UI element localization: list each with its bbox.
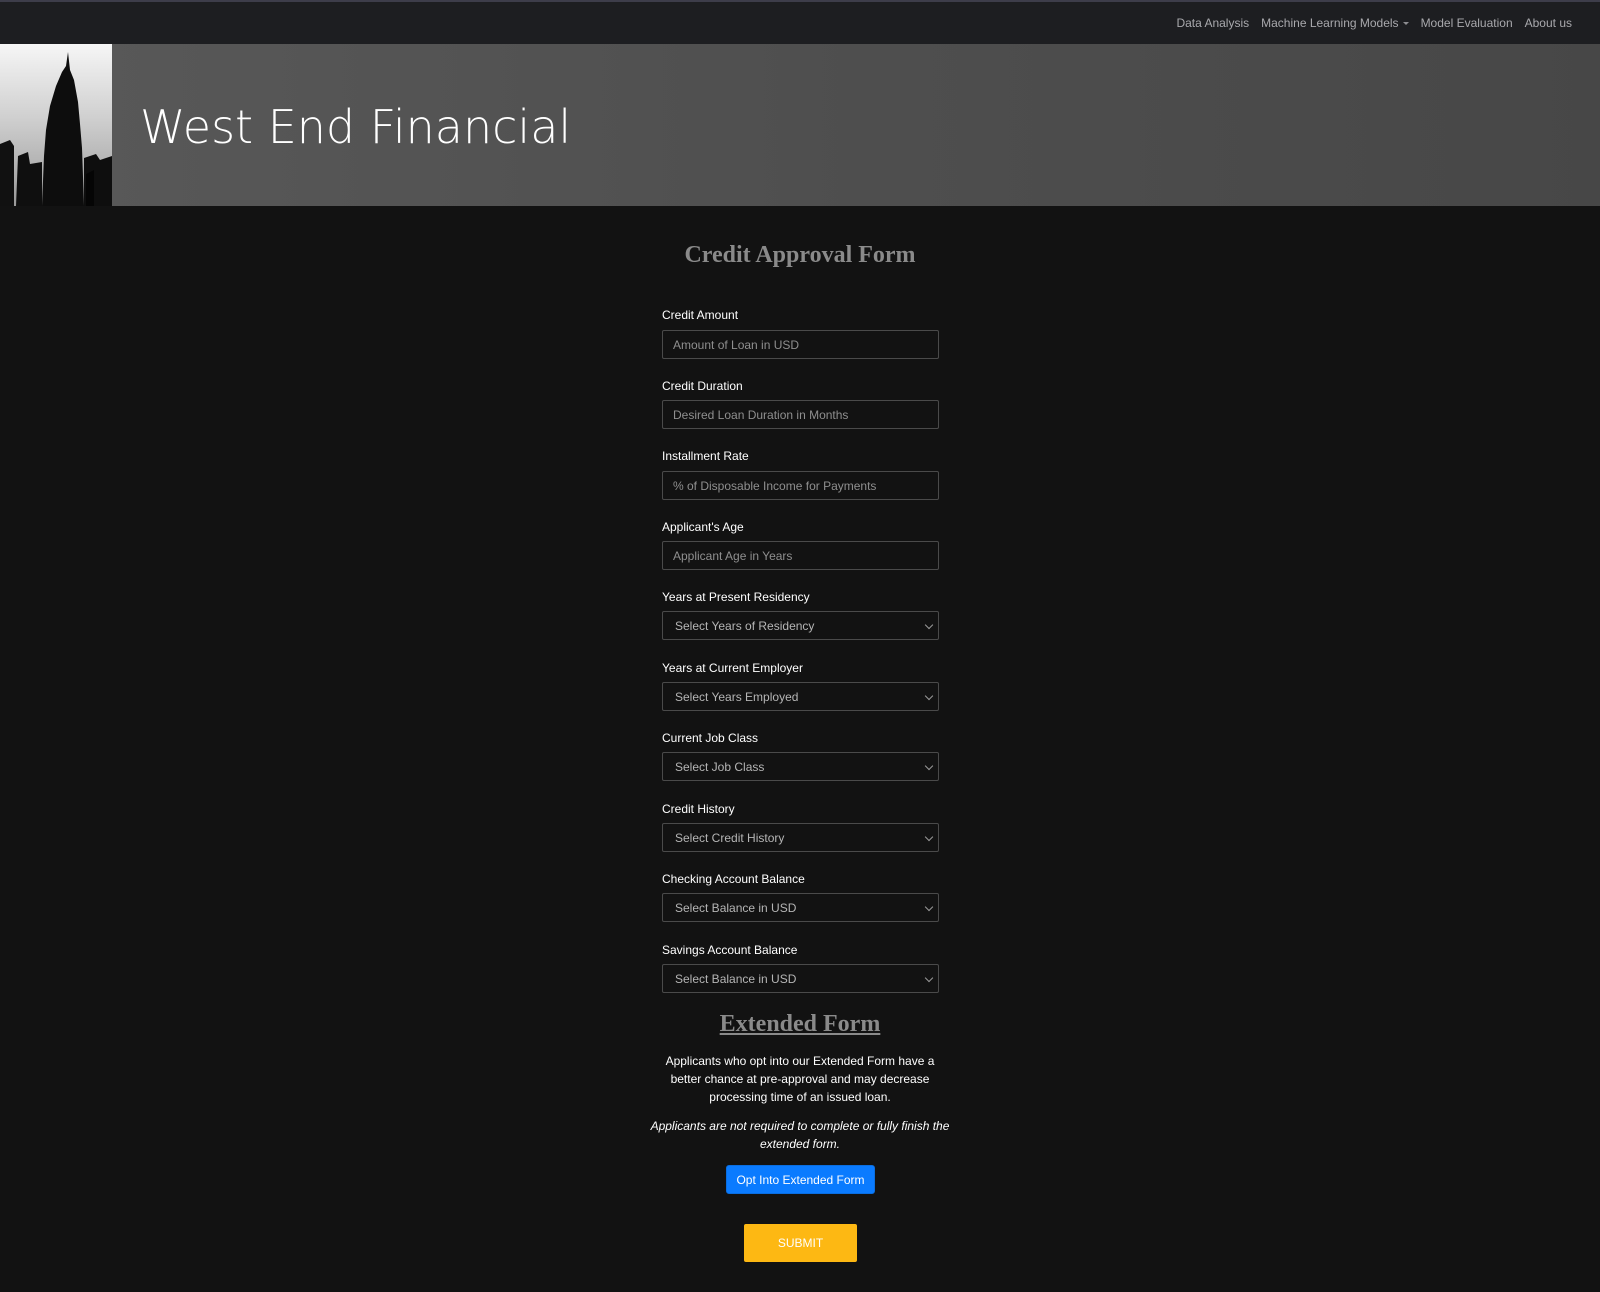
checking-balance-label: Checking Account Balance (662, 872, 805, 886)
credit-duration-label: Credit Duration (662, 379, 743, 393)
nav-link-about-us[interactable]: About us (1525, 16, 1572, 30)
extended-form-description: Applicants who opt into our Extended For… (665, 1054, 935, 1104)
residency-years-value: Select Years of Residency (675, 618, 815, 633)
installment-rate-placeholder: % of Disposable Income for Payments (673, 478, 877, 493)
extended-form-title: Extended Form (719, 1011, 881, 1037)
installment-rate-label: Installment Rate (662, 449, 749, 463)
applicant-age-input[interactable]: Applicant Age in Years (662, 541, 939, 570)
skyline-silhouette-icon (0, 52, 112, 206)
chevron-down-icon (924, 620, 934, 630)
applicant-age-label: Applicant's Age (662, 520, 744, 534)
extended-form-note: Applicants are not required to complete … (650, 1119, 950, 1151)
applicant-age-placeholder: Applicant Age in Years (673, 548, 793, 563)
job-class-label: Current Job Class (662, 731, 759, 745)
credit-amount-input[interactable]: Amount of Loan in USD (662, 330, 939, 359)
residency-years-label: Years at Present Residency (662, 590, 810, 604)
savings-balance-value: Select Balance in USD (675, 971, 797, 986)
nav-link-label: Model Evaluation (1420, 16, 1513, 30)
site-title: West End Financial (140, 100, 572, 154)
opt-in-button-label: Opt Into Extended Form (736, 1172, 865, 1187)
opt-into-extended-form-button[interactable]: Opt Into Extended Form (726, 1165, 875, 1194)
checking-balance-select[interactable]: Select Balance in USD (662, 893, 939, 922)
nav-link-label: About us (1524, 16, 1572, 30)
chevron-down-icon (924, 691, 934, 701)
credit-history-select[interactable]: Select Credit History (662, 823, 939, 852)
credit-duration-placeholder: Desired Loan Duration in Months (673, 407, 849, 422)
top-navbar: Data Analysis Machine Learning Models Mo… (0, 2, 1600, 44)
chevron-down-icon (924, 973, 934, 983)
nav-link-label: Data Analysis (1176, 16, 1250, 30)
chevron-down-icon (924, 761, 934, 771)
employer-years-label: Years at Current Employer (662, 661, 803, 675)
nav-links: Data Analysis Machine Learning Models Mo… (1164, 16, 1572, 30)
nav-link-label: Machine Learning Models (1261, 16, 1399, 30)
credit-history-label: Credit History (662, 802, 735, 816)
city-skyline-image (0, 44, 112, 206)
chevron-down-icon (924, 832, 934, 842)
job-class-select[interactable]: Select Job Class (662, 752, 939, 781)
savings-balance-label: Savings Account Balance (662, 943, 798, 957)
savings-balance-select[interactable]: Select Balance in USD (662, 964, 939, 993)
credit-amount-placeholder: Amount of Loan in USD (673, 337, 800, 352)
caret-down-icon (1402, 21, 1409, 25)
employer-years-value: Select Years Employed (675, 689, 799, 704)
header-banner: West End Financial (0, 44, 1600, 206)
submit-button[interactable]: SUBMIT (744, 1224, 857, 1262)
employer-years-select[interactable]: Select Years Employed (662, 682, 939, 711)
nav-link-model-evaluation[interactable]: Model Evaluation (1421, 16, 1513, 30)
submit-button-label: SUBMIT (777, 1236, 824, 1250)
nav-link-data-analysis[interactable]: Data Analysis (1176, 16, 1249, 30)
credit-duration-input[interactable]: Desired Loan Duration in Months (662, 400, 939, 429)
chevron-down-icon (924, 902, 934, 912)
credit-history-value: Select Credit History (675, 830, 785, 845)
checking-balance-value: Select Balance in USD (675, 900, 797, 915)
credit-amount-label: Credit Amount (662, 308, 739, 322)
installment-rate-input[interactable]: % of Disposable Income for Payments (662, 471, 939, 500)
form-title: Credit Approval Form (684, 242, 916, 268)
residency-years-select[interactable]: Select Years of Residency (662, 611, 939, 640)
job-class-value: Select Job Class (675, 759, 765, 774)
nav-link-machine-learning-models[interactable]: Machine Learning Models (1261, 16, 1409, 30)
